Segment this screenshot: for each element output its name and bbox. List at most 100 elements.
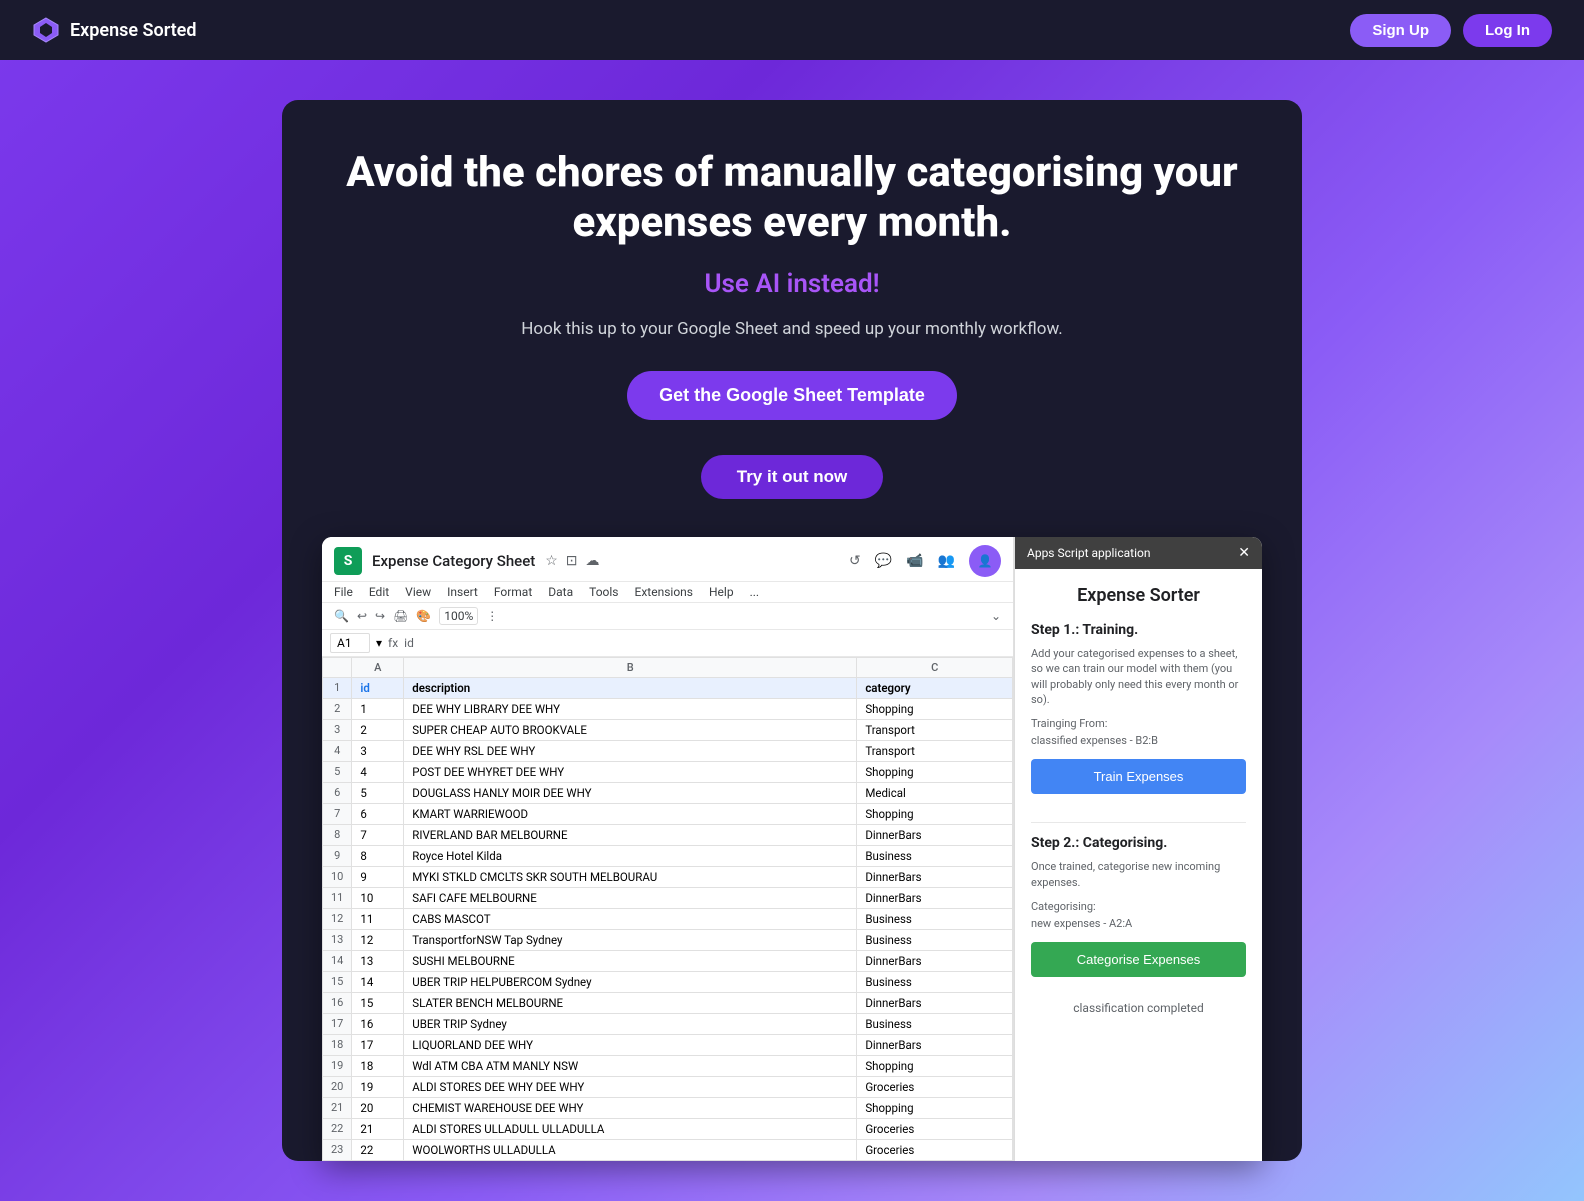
cell-description[interactable]: ALDI STORES DEE WHY DEE WHY [404, 1076, 857, 1097]
cell-id[interactable]: 12 [352, 929, 404, 950]
categorise-expenses-button[interactable]: Categorise Expenses [1031, 942, 1246, 977]
cell-id[interactable]: 2 [352, 719, 404, 740]
menu-more[interactable]: ... [750, 585, 760, 599]
sheets-icon: S [334, 547, 362, 575]
try-button[interactable]: Try it out now [701, 455, 884, 499]
cell-description[interactable]: DEE WHY LIBRARY DEE WHY [404, 698, 857, 719]
cell-id[interactable]: 18 [352, 1055, 404, 1076]
cell-category[interactable]: Business [857, 908, 1013, 929]
cell-category[interactable]: DinnerBars [857, 992, 1013, 1013]
menu-help[interactable]: Help [709, 585, 734, 599]
google-sheet-button[interactable]: Get the Google Sheet Template [627, 371, 957, 420]
login-button[interactable]: Log In [1463, 14, 1552, 47]
cell-description[interactable]: ALDI STORES ULLADULL ULLADULLA [404, 1118, 857, 1139]
row-num: 20 [323, 1076, 352, 1097]
cell-description[interactable]: CHEMIST WAREHOUSE DEE WHY [404, 1097, 857, 1118]
cell-description[interactable]: SUPER CHEAP AUTO BROOKVALE [404, 719, 857, 740]
cell-category[interactable]: Medical [857, 782, 1013, 803]
cell-description[interactable]: RIVERLAND BAR MELBOURNE [404, 824, 857, 845]
cell-description[interactable]: LIQUORLAND DEE WHY [404, 1034, 857, 1055]
cell-description[interactable]: DEE WHY RSL DEE WHY [404, 740, 857, 761]
cell-id[interactable]: 9 [352, 866, 404, 887]
cell-id[interactable]: 4 [352, 761, 404, 782]
menu-data[interactable]: Data [548, 585, 573, 599]
cell-category[interactable]: Transport [857, 740, 1013, 761]
zoom-select[interactable]: 100% [439, 607, 478, 625]
sheet-title-icons: ☆ ⊡ ☁ [545, 553, 599, 569]
cell-id[interactable]: 15 [352, 992, 404, 1013]
cell-ref[interactable]: A1 [330, 633, 370, 653]
cell-1c[interactable]: category [857, 677, 1013, 698]
cell-category[interactable]: Shopping [857, 698, 1013, 719]
cell-category[interactable]: DinnerBars [857, 950, 1013, 971]
cell-id[interactable]: 21 [352, 1118, 404, 1139]
cell-category[interactable]: Groceries [857, 1118, 1013, 1139]
cell-description[interactable]: SLATER BENCH MELBOURNE [404, 992, 857, 1013]
cell-id[interactable]: 6 [352, 803, 404, 824]
close-icon[interactable]: ✕ [1238, 545, 1250, 561]
cell-category[interactable]: Transport [857, 719, 1013, 740]
cell-category[interactable]: Business [857, 971, 1013, 992]
menu-file[interactable]: File [334, 585, 353, 599]
cell-id[interactable]: 1 [352, 698, 404, 719]
cell-category[interactable]: Shopping [857, 1055, 1013, 1076]
cell-description[interactable]: CABS MASCOT [404, 908, 857, 929]
cell-1b[interactable]: description [404, 677, 857, 698]
more-icon[interactable]: ⋮ [486, 609, 498, 623]
cell-id[interactable]: 13 [352, 950, 404, 971]
table-row: 87RIVERLAND BAR MELBOURNEDinnerBars [323, 824, 1013, 845]
cell-id[interactable]: 3 [352, 740, 404, 761]
menu-view[interactable]: View [405, 585, 431, 599]
cell-category[interactable]: Groceries [857, 1139, 1013, 1160]
cell-1a[interactable]: id [352, 677, 404, 698]
cell-category[interactable]: Business [857, 929, 1013, 950]
undo-icon[interactable]: ↩ [357, 609, 367, 623]
cell-category[interactable]: DinnerBars [857, 1034, 1013, 1055]
cell-id[interactable]: 20 [352, 1097, 404, 1118]
menu-edit[interactable]: Edit [369, 585, 389, 599]
train-expenses-button[interactable]: Train Expenses [1031, 759, 1246, 794]
cell-description[interactable]: SUSHI MELBOURNE [404, 950, 857, 971]
cell-id[interactable]: 11 [352, 908, 404, 929]
cell-id[interactable]: 10 [352, 887, 404, 908]
cell-category[interactable]: Shopping [857, 761, 1013, 782]
row-num: 7 [323, 803, 352, 824]
col-header-c: C [857, 657, 1013, 677]
cell-description[interactable]: Royce Hotel Kilda [404, 845, 857, 866]
menu-insert[interactable]: Insert [447, 585, 478, 599]
cell-description[interactable]: POST DEE WHYRET DEE WHY [404, 761, 857, 782]
paint-icon[interactable]: 🎨 [416, 609, 431, 623]
cell-description[interactable]: WOOLWORTHS ULLADULLA [404, 1139, 857, 1160]
cell-category[interactable]: Shopping [857, 1097, 1013, 1118]
cell-category[interactable]: DinnerBars [857, 866, 1013, 887]
cell-id[interactable]: 5 [352, 782, 404, 803]
cell-category[interactable]: Business [857, 845, 1013, 866]
cell-id[interactable]: 7 [352, 824, 404, 845]
redo-icon[interactable]: ↪ [375, 609, 385, 623]
cell-category[interactable]: Groceries [857, 1076, 1013, 1097]
cell-id[interactable]: 16 [352, 1013, 404, 1034]
cell-category[interactable]: Shopping [857, 803, 1013, 824]
cell-description[interactable]: UBER TRIP HELPUBERCOM Sydney [404, 971, 857, 992]
table-row: 54POST DEE WHYRET DEE WHYShopping [323, 761, 1013, 782]
signup-button[interactable]: Sign Up [1350, 14, 1451, 47]
cell-category[interactable]: Business [857, 1013, 1013, 1034]
cell-description[interactable]: KMART WARRIEWOOD [404, 803, 857, 824]
menu-format[interactable]: Format [494, 585, 532, 599]
cell-category[interactable]: DinnerBars [857, 887, 1013, 908]
cell-id[interactable]: 22 [352, 1139, 404, 1160]
cell-description[interactable]: Wdl ATM CBA ATM MANLY NSW [404, 1055, 857, 1076]
menu-extensions[interactable]: Extensions [635, 585, 693, 599]
cell-description[interactable]: UBER TRIP Sydney [404, 1013, 857, 1034]
cell-id[interactable]: 14 [352, 971, 404, 992]
cell-id[interactable]: 8 [352, 845, 404, 866]
cell-description[interactable]: DOUGLASS HANLY MOIR DEE WHY [404, 782, 857, 803]
cell-id[interactable]: 17 [352, 1034, 404, 1055]
cell-category[interactable]: DinnerBars [857, 824, 1013, 845]
print-icon[interactable]: 🖨 [393, 609, 408, 623]
cell-description[interactable]: MYKI STKLD CMCLTS SKR SOUTH MELBOURAU [404, 866, 857, 887]
cell-description[interactable]: SAFI CAFE MELBOURNE [404, 887, 857, 908]
cell-id[interactable]: 19 [352, 1076, 404, 1097]
cell-description[interactable]: TransportforNSW Tap Sydney [404, 929, 857, 950]
menu-tools[interactable]: Tools [589, 585, 618, 599]
